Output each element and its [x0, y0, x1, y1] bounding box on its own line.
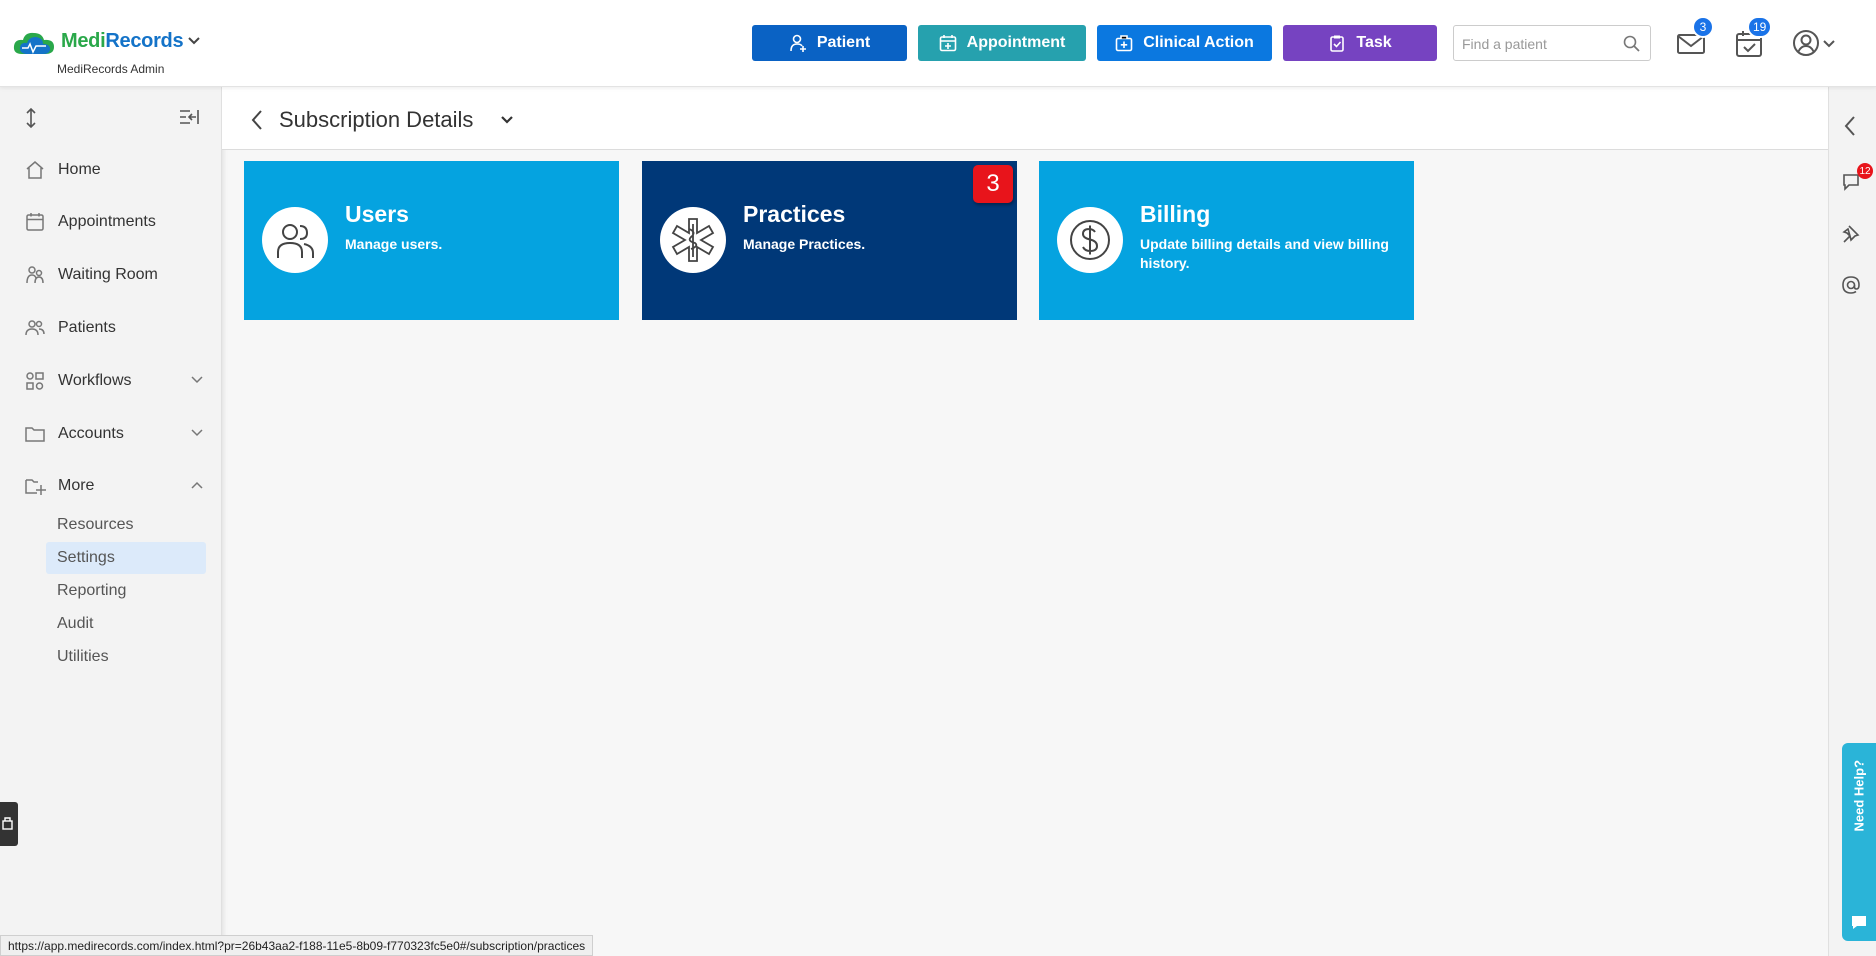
chat-count-badge: 12 [1857, 163, 1873, 179]
card-icon-circle [1057, 207, 1123, 273]
brand-subtitle: MediRecords Admin [57, 62, 165, 76]
people-icon [25, 320, 45, 336]
card-icon-circle [660, 207, 726, 273]
sidebar-item-patients[interactable]: Patients [24, 313, 204, 343]
user-avatar-icon [1793, 30, 1819, 56]
calendar-icon [26, 213, 44, 231]
tasks-count-badge: 19 [1747, 16, 1773, 38]
users-card[interactable]: Users Manage users. [244, 161, 619, 320]
side-widget-tab[interactable] [0, 802, 18, 846]
chevron-down-icon [191, 376, 203, 384]
back-arrow-icon[interactable] [250, 109, 264, 131]
chat-bubble-icon [1852, 916, 1866, 929]
sidebar-item-accounts[interactable]: Accounts [24, 419, 204, 449]
card-title: Users [345, 201, 409, 227]
folder-plus-icon [25, 479, 46, 495]
widget-icon [2, 817, 13, 830]
new-task-button[interactable]: Task [1283, 25, 1437, 61]
sidebar-item-waiting-room[interactable]: Waiting Room [24, 260, 204, 290]
clinical-action-button[interactable]: Clinical Action [1097, 25, 1272, 61]
sidebar-subitem-settings[interactable]: Settings [46, 542, 206, 574]
new-patient-label: Patient [816, 34, 871, 51]
users-icon [277, 224, 314, 258]
chevron-up-icon [191, 481, 203, 489]
clinical-action-label: Clinical Action [1143, 34, 1254, 51]
card-title: Billing [1140, 201, 1211, 227]
card-description: Update billing details and view billing … [1140, 236, 1389, 271]
card-description: Manage Practices. [743, 236, 866, 252]
practices-card[interactable]: Practices Manage Practices. 3 [642, 161, 1017, 320]
calendar-plus-icon [939, 35, 956, 52]
card-icon-circle [262, 207, 328, 273]
sidebar-item-more[interactable]: More [24, 471, 204, 501]
card-description: Manage users. [345, 236, 443, 252]
dollar-icon [1070, 220, 1110, 260]
sidebar-item-label: More [58, 477, 95, 494]
new-appointment-label: Appointment [966, 34, 1066, 51]
browser-status-url: https://app.medirecords.com/index.html?p… [0, 935, 594, 956]
patient-search-box [1453, 25, 1651, 61]
page-title: Subscription Details [279, 107, 474, 132]
practices-count-badge: 3 [973, 165, 1013, 203]
sidebar-item-workflows[interactable]: Workflows [24, 366, 204, 396]
user-menu-button[interactable] [1792, 28, 1840, 60]
new-appointment-button[interactable]: Appointment [918, 25, 1086, 61]
sidebar-item-home[interactable]: Home [24, 155, 204, 185]
app-header: MediRecords MediRecords Admin Patient Ap… [0, 0, 1876, 87]
workflow-icon [26, 372, 44, 390]
chevron-down-icon[interactable] [500, 115, 514, 125]
billing-card[interactable]: Billing Update billing details and view … [1039, 161, 1414, 320]
tasks-calendar-button[interactable]: 19 [1733, 16, 1773, 60]
chevron-down-icon [191, 429, 203, 437]
brand-name: MediRecords [61, 30, 184, 52]
chevron-down-icon [1823, 40, 1835, 48]
sidebar-subitem-utilities[interactable]: Utilities [46, 641, 206, 673]
pin-icon[interactable] [1841, 223, 1861, 243]
home-icon [26, 161, 44, 179]
sidebar-item-label: Patients [58, 319, 116, 336]
card-title: Practices [743, 201, 846, 227]
cloud-logo-icon [13, 32, 54, 54]
folder-icon [25, 427, 45, 442]
messages-button[interactable]: 3 [1675, 16, 1714, 60]
sidebar-item-label: Waiting Room [58, 266, 158, 283]
sidebar-subitem-audit[interactable]: Audit [46, 608, 206, 640]
page-header: Subscription Details [222, 87, 1828, 150]
star-of-life-icon [671, 218, 715, 262]
sidebar-subitem-reporting[interactable]: Reporting [46, 575, 206, 607]
chevron-down-icon[interactable] [187, 36, 201, 46]
search-icon[interactable] [1623, 35, 1640, 52]
add-person-icon [790, 34, 806, 52]
sidebar-item-appointments[interactable]: Appointments [24, 207, 204, 237]
expand-vertical-icon[interactable] [21, 107, 41, 129]
new-patient-button[interactable]: Patient [752, 25, 907, 61]
patient-search-input[interactable] [1462, 34, 1612, 54]
chevron-left-icon[interactable] [1843, 115, 1857, 137]
messages-count-badge: 3 [1692, 16, 1714, 38]
need-help-tab[interactable]: Need Help? [1842, 743, 1876, 941]
sidebar-item-label: Workflows [58, 372, 132, 389]
medical-kit-icon [1115, 35, 1133, 52]
collapse-sidebar-icon[interactable] [178, 108, 200, 126]
sidebar-nav: Home Appointments Waiting Room Patients [0, 87, 222, 956]
main-content: Subscription Details Users Manage users.… [222, 87, 1828, 956]
brand-logo[interactable]: MediRecords MediRecords Admin [12, 26, 212, 76]
sidebar-item-label: Accounts [58, 425, 124, 442]
mention-icon[interactable] [1841, 275, 1861, 295]
sidebar-subitem-resources[interactable]: Resources [46, 509, 206, 541]
sidebar-item-label: Appointments [58, 213, 156, 230]
sidebar-item-label: Home [58, 161, 101, 178]
need-help-label: Need Help? [1851, 759, 1867, 832]
waiting-room-icon [26, 266, 44, 284]
new-task-label: Task [1356, 34, 1392, 51]
clipboard-check-icon [1330, 35, 1345, 52]
